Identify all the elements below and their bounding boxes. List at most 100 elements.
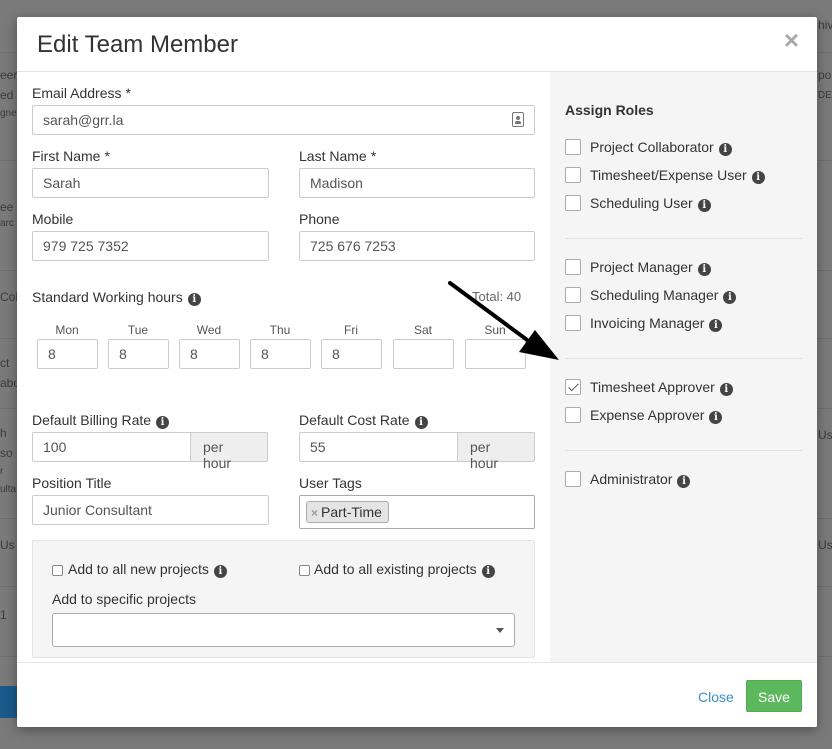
modal-header: Edit Team Member × (17, 17, 817, 72)
bg-text: Us (818, 538, 832, 552)
bg-text: arc (0, 218, 14, 229)
role-label: Project Manager i (590, 259, 711, 276)
bg-text: r (0, 466, 4, 477)
assign-roles-title: Assign Roles (565, 102, 654, 118)
info-icon[interactable]: i (718, 143, 732, 156)
info-icon[interactable]: i (751, 171, 765, 184)
save-button[interactable]: Save (746, 680, 802, 712)
billing-rate-label: Default Billing Rate i (32, 412, 170, 429)
billing-rate-field[interactable]: 100 (32, 432, 191, 462)
user-tags-label: User Tags (299, 475, 362, 491)
roles-divider (565, 358, 802, 359)
billing-rate-unit: per hour (190, 432, 268, 471)
working-hours-label: Standard Working hours i (32, 289, 201, 306)
day-label-thu: Thu (269, 323, 291, 337)
bg-text: h (0, 426, 7, 440)
user-tags-field[interactable]: × Part-Time (299, 495, 535, 529)
add-all-new-projects-checkbox[interactable] (52, 565, 63, 576)
role-checkbox[interactable] (565, 167, 581, 183)
bg-text: eer (0, 68, 18, 82)
hours-input-tue[interactable]: 8 (108, 339, 169, 369)
role-label: Timesheet Approver i (590, 379, 733, 396)
tag-chip: × Part-Time (306, 501, 389, 523)
last-name-label: Last Name * (299, 148, 377, 164)
roles-divider (565, 238, 802, 239)
bg-text: gne (0, 108, 17, 119)
hours-input-mon[interactable]: 8 (37, 339, 98, 369)
working-hours-total: Total: 40 (472, 289, 522, 304)
first-name-field[interactable]: Sarah (32, 168, 269, 198)
specific-projects-label: Add to specific projects (52, 591, 196, 607)
info-icon[interactable]: i (723, 291, 737, 304)
position-title-field[interactable]: Junior Consultant (32, 495, 269, 525)
role-checkbox[interactable] (565, 471, 581, 487)
role-label: Administrator i (590, 471, 691, 488)
info-icon[interactable]: i (414, 416, 428, 429)
role-checkbox[interactable] (565, 287, 581, 303)
tag-label: Part-Time (321, 504, 382, 520)
hours-input-thu[interactable]: 8 (250, 339, 311, 369)
hours-input-sat[interactable] (393, 339, 454, 369)
bg-text: ulta (0, 484, 17, 495)
email-value: sarah@grr.la (43, 112, 124, 128)
info-icon[interactable]: i (697, 263, 711, 276)
info-icon[interactable]: i (187, 293, 201, 306)
role-checkbox[interactable] (565, 315, 581, 331)
info-icon[interactable]: i (156, 416, 170, 429)
edit-team-member-modal: Edit Team Member × Email Address * sarah@… (17, 17, 817, 727)
bg-text: Col (0, 290, 19, 304)
role-label: Expense Approver i (590, 407, 723, 424)
role-label: Project Collaborator i (590, 139, 732, 156)
assign-roles-panel: Assign Roles Project Collaborator i Times… (550, 72, 817, 662)
email-field[interactable]: sarah@grr.la (32, 105, 535, 135)
day-label-wed: Wed (196, 323, 222, 337)
role-checkbox[interactable] (565, 139, 581, 155)
mobile-field[interactable]: 979 725 7352 (32, 231, 269, 261)
close-icon[interactable]: × (784, 27, 799, 53)
position-title-label: Position Title (32, 475, 112, 491)
tag-remove-icon[interactable]: × (311, 506, 318, 520)
role-label: Scheduling User i (590, 195, 711, 212)
bg-text: DE (818, 90, 832, 101)
info-icon[interactable]: i (709, 319, 723, 332)
modal-title: Edit Team Member (37, 31, 238, 58)
day-label-mon: Mon (55, 323, 79, 337)
info-icon[interactable]: i (481, 565, 495, 578)
bg-text: ct (0, 356, 10, 370)
role-label: Timesheet/Expense User i (590, 167, 765, 184)
role-label: Scheduling Manager i (590, 287, 737, 304)
modal-footer: Close Save (17, 662, 817, 727)
role-checkbox[interactable] (565, 259, 581, 275)
info-icon[interactable]: i (697, 199, 711, 212)
role-checkbox[interactable] (565, 195, 581, 211)
info-icon[interactable]: i (213, 565, 227, 578)
cost-rate-field[interactable]: 55 (299, 432, 458, 462)
hours-input-fri[interactable]: 8 (321, 339, 382, 369)
hours-input-wed[interactable]: 8 (179, 339, 240, 369)
phone-field[interactable]: 725 676 7253 (299, 231, 535, 261)
add-all-existing-projects-checkbox[interactable] (299, 565, 310, 576)
specific-projects-select[interactable] (52, 613, 515, 647)
hours-input-sun[interactable] (465, 339, 526, 369)
chevron-down-icon[interactable] (496, 628, 504, 633)
contact-card-icon[interactable] (512, 112, 524, 127)
info-icon[interactable]: i (677, 475, 691, 488)
bg-text: po (818, 68, 832, 82)
bg-text: ee (0, 200, 14, 214)
add-all-existing-projects-label: Add to all existing projects i (314, 561, 495, 578)
info-icon[interactable]: i (719, 383, 733, 396)
role-checkbox[interactable] (565, 407, 581, 423)
bg-text: 1 (0, 608, 7, 622)
roles-divider (565, 450, 802, 451)
day-label-sat: Sat (413, 323, 432, 337)
role-label: Invoicing Manager i (590, 315, 723, 332)
cost-rate-label: Default Cost Rate i (299, 412, 428, 429)
day-label-tue: Tue (127, 323, 149, 337)
last-name-field[interactable]: Madison (299, 168, 535, 198)
close-button[interactable]: Close (698, 689, 734, 705)
role-checkbox-checked[interactable] (565, 379, 581, 395)
cost-rate-unit: per hour (457, 432, 535, 471)
info-icon[interactable]: i (709, 411, 723, 424)
bg-text: hiv (818, 18, 832, 32)
bg-text: so (0, 446, 13, 460)
